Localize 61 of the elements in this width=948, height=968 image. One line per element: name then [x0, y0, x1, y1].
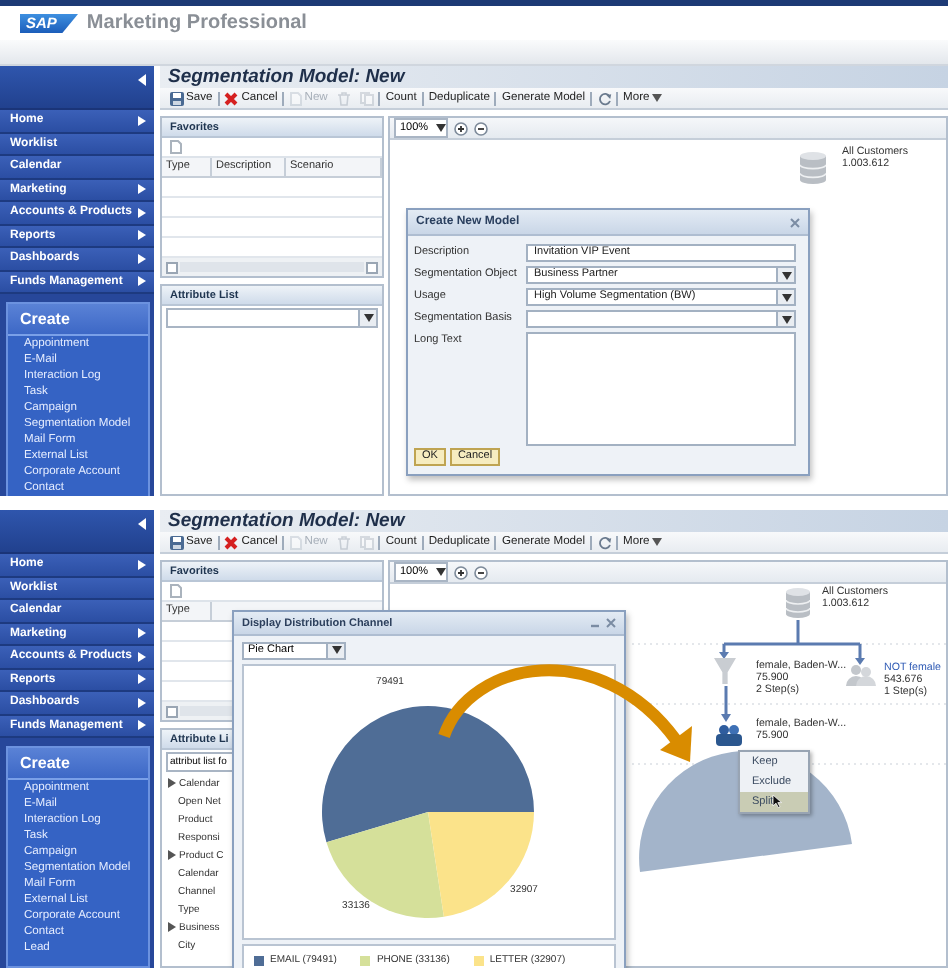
refresh-button[interactable] [590, 91, 617, 105]
refresh-icon [597, 535, 612, 549]
zoom-out-icon [474, 121, 489, 135]
people-icon [716, 724, 742, 746]
expand-icon [138, 207, 146, 218]
zoom-out-icon [474, 565, 489, 579]
dropdown-icon [331, 646, 341, 654]
zoom-in-icon [454, 565, 469, 579]
dropdown-icon [781, 315, 791, 323]
refresh-icon [597, 91, 612, 105]
filter-icon [714, 658, 736, 684]
dropdown-icon [652, 538, 663, 546]
dropdown-field[interactable] [166, 308, 378, 328]
people-icon [846, 664, 876, 686]
expand-icon [138, 115, 146, 126]
expand-icon [138, 184, 146, 195]
expand-icon [138, 628, 146, 639]
expand-icon [138, 697, 146, 708]
database-icon [800, 152, 826, 184]
dropdown-field[interactable] [526, 310, 796, 328]
document-icon [170, 584, 182, 598]
dropdown-icon [436, 568, 447, 576]
expand-icon [168, 922, 176, 932]
document-icon [289, 91, 302, 105]
expand-icon [168, 850, 176, 860]
document-icon [289, 535, 302, 549]
refresh-button[interactable] [590, 535, 617, 549]
expand-icon [138, 276, 146, 287]
section-header: Create [8, 304, 148, 336]
collapse-icon [138, 518, 146, 530]
dropdown-icon [436, 124, 447, 132]
close-icon [606, 618, 616, 628]
copy-icon [359, 535, 374, 549]
expand-icon [138, 253, 146, 264]
delete-icon [337, 535, 350, 549]
document-icon [170, 140, 182, 154]
copy-icon [359, 91, 374, 105]
cursor-icon [772, 794, 782, 808]
dropdown-icon [363, 314, 373, 322]
expand-icon [138, 559, 146, 570]
expand-icon [138, 674, 146, 685]
dropdown-icon [781, 293, 791, 301]
connector-arrow [721, 686, 731, 722]
dropdown-icon [652, 94, 663, 102]
delete-icon [337, 91, 350, 105]
page-title: Segmentation Model: New [160, 510, 948, 532]
cancel-icon [224, 91, 239, 105]
close-icon [790, 217, 800, 227]
text-area[interactable] [526, 332, 796, 446]
section-header: Create [8, 748, 148, 780]
page-title: Segmentation Model: New [160, 66, 948, 88]
collapse-icon [138, 74, 146, 86]
dropdown-icon [781, 271, 791, 279]
expand-icon [168, 778, 176, 788]
zoom-in-icon [454, 121, 469, 135]
expand-icon [138, 230, 146, 241]
cancel-icon [224, 535, 239, 549]
expand-icon [138, 651, 146, 662]
database-icon [786, 588, 810, 618]
app-title: Marketing Professional [86, 12, 307, 34]
expand-icon [138, 720, 146, 731]
